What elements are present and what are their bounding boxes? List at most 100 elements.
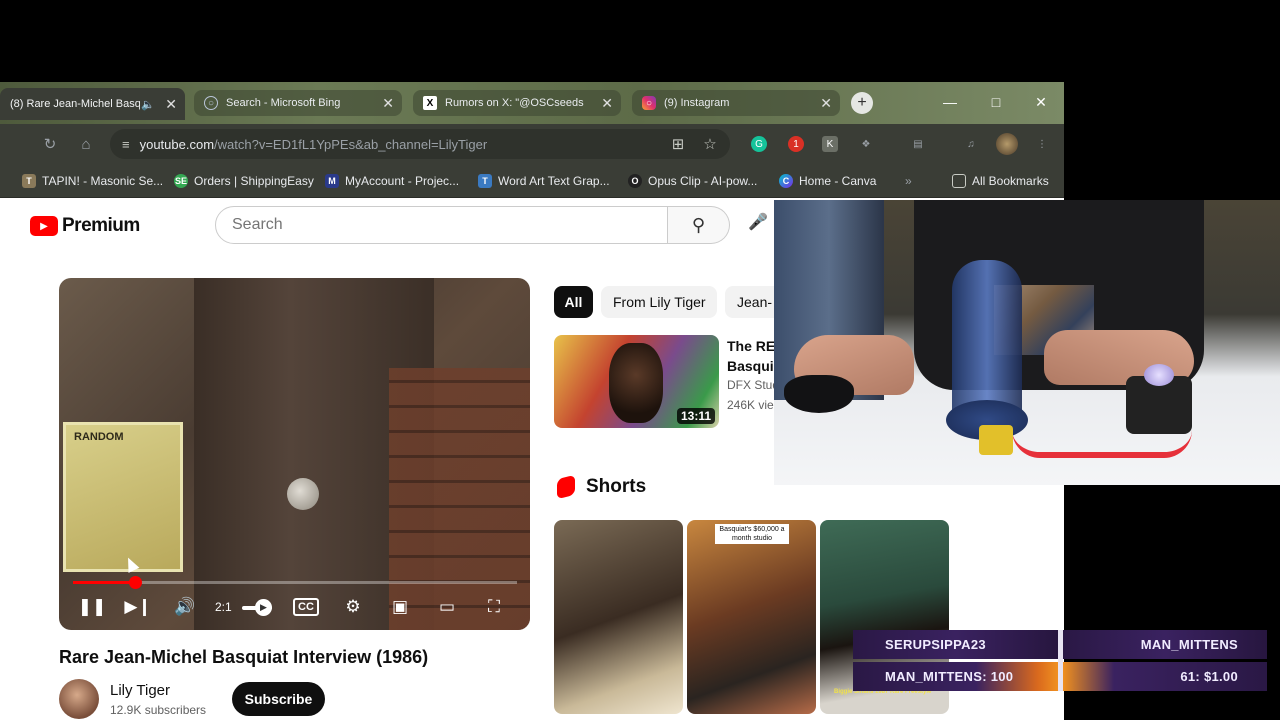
search-input[interactable]: Search	[215, 206, 668, 244]
search-button[interactable]: ⚲	[668, 206, 730, 244]
install-app-icon[interactable]: ⊞	[668, 134, 688, 154]
alert-latest-subscriber: MAN_MITTENS	[1063, 630, 1267, 659]
alert-top-donation: 61: $1.00	[1063, 662, 1267, 691]
video-duration: 13:11	[676, 408, 715, 424]
folder-icon	[952, 174, 966, 188]
search-placeholder: Search	[232, 216, 283, 233]
extensions-puzzle-icon[interactable]: ❖	[858, 136, 874, 152]
bookmark-wordart[interactable]: T Word Art Text Grap...	[478, 172, 610, 190]
short-video-1[interactable]	[554, 520, 683, 714]
progress-fill	[73, 581, 136, 584]
stream-frame: (8) Rare Jean-Michel Basquiat Interview …	[0, 0, 1280, 720]
close-icon[interactable]: ✕	[165, 96, 177, 113]
chip-all[interactable]: All	[554, 286, 593, 318]
close-icon[interactable]: ✕	[382, 95, 394, 112]
tab-youtube[interactable]: (8) Rare Jean-Michel Basquiat Interview …	[0, 88, 185, 120]
volume-icon[interactable]: 🔊	[174, 596, 196, 618]
close-icon[interactable]: ✕	[601, 95, 613, 112]
tab-x[interactable]: X Rumors on X: "@OSCseeds ✕	[413, 90, 621, 116]
youtube-logo[interactable]: ▶ Premium	[30, 214, 140, 238]
volume-knob[interactable]: ▶	[255, 599, 272, 616]
captions-icon[interactable]: CC	[293, 598, 319, 616]
instagram-icon: ○	[642, 96, 656, 110]
bookmark-all[interactable]: All Bookmarks	[952, 172, 1049, 190]
maximize-icon[interactable]: □	[985, 92, 1007, 112]
progress-bar[interactable]	[73, 576, 517, 589]
channel-name[interactable]: Lily Tiger	[110, 682, 170, 699]
extension-k-icon[interactable]: K	[822, 136, 838, 152]
short-video-2[interactable]: Basquiat's $60,000 a month studio	[687, 520, 816, 714]
subscribe-button[interactable]: Subscribe	[232, 682, 325, 716]
youtube-play-icon: ▶	[30, 216, 58, 236]
bookmark-favicon-icon: SE	[174, 174, 188, 188]
miniplayer-icon[interactable]: ▣	[388, 596, 412, 618]
time-display: 2:1	[215, 600, 232, 614]
window-close-icon[interactable]: ✕	[1030, 92, 1052, 112]
url-host: youtube.com	[139, 136, 215, 152]
browser-toolbar: ↻ ⌂ ≡ youtube.com/watch?v=ED1fL1YpPEs&ab…	[0, 124, 1064, 164]
tab-bing[interactable]: ○ Search - Microsoft Bing ✕	[194, 90, 402, 116]
next-icon[interactable]: ▶❙	[124, 596, 151, 618]
bookmark-label: MyAccount - Projec...	[345, 174, 460, 188]
settings-gear-icon[interactable]: ⚙	[342, 596, 364, 618]
chip-jean[interactable]: Jean-	[725, 286, 774, 318]
bookmark-favicon-icon: C	[779, 174, 793, 188]
address-bar[interactable]: ≡ youtube.com/watch?v=ED1fL1YpPEs&ab_cha…	[110, 129, 730, 159]
bookmark-myaccount[interactable]: M MyAccount - Projec...	[325, 172, 459, 190]
bookmarks-overflow-icon[interactable]: »	[905, 172, 912, 190]
tab-instagram[interactable]: ○ (9) Instagram ✕	[632, 90, 840, 116]
webcam-device	[1126, 364, 1192, 434]
webcam-mouse	[784, 375, 854, 413]
bookmark-favicon-icon: O	[628, 174, 642, 188]
close-icon[interactable]: ✕	[820, 95, 832, 112]
webcam-device-dome	[1144, 364, 1174, 386]
video-player[interactable]: RANDOM ❚❚ ▶❙ 🔊 2:1 ▶ CC ⚙ ▣ ▭ ⛶	[59, 278, 530, 630]
new-tab-button[interactable]: +	[851, 92, 873, 114]
recommended-video-channel[interactable]: DFX Stud	[727, 378, 779, 392]
video-frame-doorknob	[287, 478, 319, 510]
shorts-icon	[557, 474, 575, 500]
tab-bar: (8) Rare Jean-Michel Basquiat Interview …	[0, 82, 1064, 124]
tab-title: (9) Instagram	[664, 97, 730, 109]
bookmark-shippingeasy[interactable]: SE Orders | ShippingEasy	[174, 172, 314, 190]
address-url: youtube.com/watch?v=ED1fL1YpPEs&ab_chann…	[140, 137, 488, 152]
profile-avatar[interactable]	[996, 133, 1018, 155]
thumbnail-portrait	[609, 343, 663, 423]
url-path: /watch?v=ED1fL1YpPEs&ab_channel=LilyTige…	[214, 136, 488, 152]
speaker-icon[interactable]: 🔈	[141, 98, 155, 111]
poster-text: RANDOM	[74, 431, 124, 443]
recommended-video-thumbnail[interactable]: 13:11	[554, 335, 719, 428]
bookmark-favicon-icon: T	[478, 174, 492, 188]
fullscreen-icon[interactable]: ⛶	[483, 596, 505, 618]
bookmark-canva[interactable]: C Home - Canva	[779, 172, 876, 190]
bookmark-tapin[interactable]: T TAPIN! - Masonic Se...	[22, 172, 163, 190]
bookmark-star-icon[interactable]: ☆	[700, 134, 720, 154]
menu-dots-icon[interactable]: ⋮	[1034, 136, 1050, 152]
short-caption: Basquiat's $60,000 a month studio	[715, 524, 789, 544]
microphone-icon[interactable]: 🎤	[748, 212, 774, 238]
home-icon[interactable]: ⌂	[76, 134, 96, 154]
shorts-heading: Shorts	[586, 476, 647, 497]
site-info-icon[interactable]: ≡	[122, 137, 130, 152]
webcam-hose	[1012, 430, 1192, 458]
extension-badge-icon[interactable]: 1	[788, 136, 804, 152]
grammarly-extension-icon[interactable]: G	[751, 136, 767, 152]
channel-avatar[interactable]	[59, 679, 99, 719]
reload-icon[interactable]: ↻	[40, 134, 60, 154]
reading-list-icon[interactable]: ▤	[910, 136, 926, 152]
minimize-icon[interactable]: —	[939, 92, 961, 112]
x-logo-icon: X	[423, 96, 437, 110]
recommended-video-views: 246K vie	[727, 398, 774, 412]
chip-from-channel[interactable]: From Lily Tiger	[601, 286, 717, 318]
theater-mode-icon[interactable]: ▭	[434, 596, 460, 618]
bookmark-label: Orders | ShippingEasy	[194, 174, 314, 188]
bookmark-opusclip[interactable]: O Opus Clip - AI-pow...	[628, 172, 757, 190]
tab-title: (8) Rare Jean-Michel Basquiat Interview	[10, 98, 140, 110]
bookmark-label: TAPIN! - Masonic Se...	[42, 174, 164, 188]
media-controls-icon[interactable]: ♫	[963, 136, 979, 152]
progress-scrubber[interactable]	[129, 576, 143, 589]
pause-icon[interactable]: ❚❚	[78, 596, 107, 618]
subscriber-count: 12.9K subscribers	[110, 703, 207, 717]
bookmark-favicon-icon: M	[325, 174, 339, 188]
video-title: Rare Jean-Michel Basquiat Interview (198…	[59, 647, 429, 667]
